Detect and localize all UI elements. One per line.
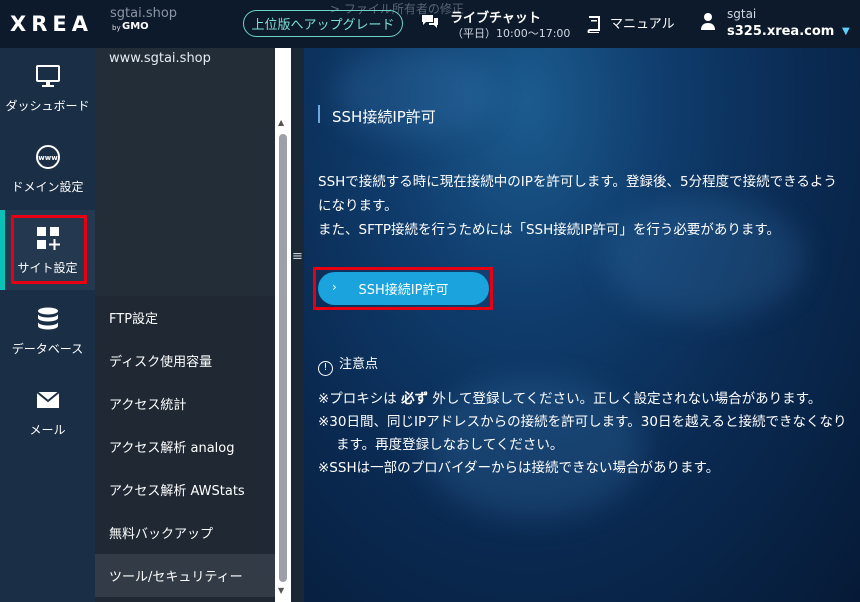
caret-down-icon[interactable]: ▼	[842, 26, 850, 37]
scroll-thumb[interactable]	[279, 134, 287, 582]
highlight-frame-site	[11, 215, 87, 284]
upgrade-button[interactable]: 上位版へアップグレード	[243, 10, 403, 37]
book-icon	[587, 16, 600, 33]
note-emphasis: 必ず	[401, 391, 429, 407]
notice-heading: ! 注意点	[318, 353, 378, 376]
svg-text:www: www	[38, 154, 58, 162]
chat-hours: （平日）10:00〜17:00	[452, 27, 571, 40]
sub-item-tools-security[interactable]: ツール/セキュリティー	[95, 554, 275, 597]
chat-title: ライブチャット	[450, 11, 541, 26]
xrea-logo[interactable]: XREA	[10, 12, 93, 36]
nav-label: ドメイン設定	[11, 179, 84, 194]
site-domain: www.sgtai.shop	[109, 51, 211, 66]
exclamation-circle-icon: !	[318, 361, 333, 376]
database-icon	[37, 307, 58, 329]
sub-item-backup[interactable]: 無料バックアップ	[95, 511, 275, 554]
header-domain: sgtai.shop	[110, 6, 178, 21]
nav-label: データベース	[11, 341, 84, 356]
section-title-bar	[318, 105, 320, 123]
sub-item-stats[interactable]: アクセス統計	[95, 382, 275, 425]
chat-bubble-icon	[422, 15, 438, 28]
description-line: SSHで接続する時に現在接続中のIPを許可します。登録後、5分程度で接続できるよ…	[318, 174, 837, 214]
nav-label: メール	[29, 422, 66, 437]
scroll-up-arrow-icon[interactable]: ▲	[278, 118, 284, 127]
highlight-frame-button	[313, 267, 493, 310]
nav-item-dashboard[interactable]: ダッシュボード	[0, 48, 95, 128]
app-window: XREA by GMO sgtai.shop > ファイル所有者の修正 上位版へ…	[0, 0, 860, 602]
sub-item-analog[interactable]: アクセス解析 analog	[95, 425, 275, 468]
envelope-icon	[35, 390, 60, 408]
note-text: 外して登録してください。正しく設定されない場合があります。	[428, 391, 822, 407]
description-line: また、SFTP接続を行うためには「SSH接続IP許可」を行う必要があります。	[318, 222, 781, 238]
www-globe-icon: www	[35, 144, 60, 169]
sub-item-disk[interactable]: ディスク使用容量	[95, 339, 275, 382]
note-item: ※SSHは一部のプロバイダーからは接続できない場合があります。	[318, 460, 720, 476]
user-name: sgtai	[727, 7, 757, 21]
note-item: ※プロキシは 必ず 外して登録してください。正しく設定されない場合があります。	[318, 388, 848, 411]
logo-by-text: by	[112, 24, 121, 32]
nav-label: ダッシュボード	[5, 98, 90, 113]
notice-title: 注意点	[339, 357, 379, 372]
nav-item-domain[interactable]: www ドメイン設定	[0, 129, 95, 209]
note-item: ※30日間、同じIPアドレスからの接続を許可します。30日を越えると接続できなく…	[318, 414, 847, 453]
section-title: SSH接続IP許可	[332, 108, 436, 126]
nav-item-database[interactable]: データベース	[0, 291, 95, 371]
manual-link[interactable]: マニュアル	[586, 13, 675, 33]
nav-item-mail[interactable]: メール	[0, 372, 95, 452]
user-server: s325.xrea.com	[727, 24, 835, 39]
sub-panel: www.sgtai.shop FTP設定 ディスク使用容量 アクセス統計 アクセ…	[95, 48, 275, 602]
notes-list: ※プロキシは 必ず 外して登録してください。正しく設定されない場合があります。 …	[318, 388, 848, 480]
monitor-icon	[35, 64, 60, 87]
sub-menu: FTP設定 ディスク使用容量 アクセス統計 アクセス解析 analog アクセス…	[95, 296, 275, 597]
scroll-down-arrow-icon[interactable]: ▼	[278, 586, 284, 595]
sub-panel-top: www.sgtai.shop	[95, 48, 275, 296]
logo-gmo-text: GMO	[122, 21, 149, 32]
manual-label: マニュアル	[610, 17, 675, 32]
main-content: SSH接続IP許可 SSHで接続する時に現在接続中のIPを許可します。登録後、5…	[304, 48, 860, 602]
description: SSHで接続する時に現在接続中のIPを許可します。登録後、5分程度で接続できるよ…	[318, 170, 848, 242]
main-nav: ダッシュボード www ドメイン設定 サイト設定 データベース メール	[0, 48, 95, 602]
user-icon	[701, 13, 715, 30]
sub-item-ftp[interactable]: FTP設定	[95, 296, 275, 339]
sub-panel-scrollbar[interactable]: ▲ ▼	[275, 48, 291, 602]
panel-splitter[interactable]: ≡	[291, 48, 304, 602]
sub-item-awstats[interactable]: アクセス解析 AWStats	[95, 468, 275, 511]
top-header: XREA by GMO sgtai.shop > ファイル所有者の修正 上位版へ…	[0, 0, 860, 48]
note-text: ※プロキシは	[318, 391, 402, 407]
hamburger-icon[interactable]: ≡	[291, 249, 304, 264]
